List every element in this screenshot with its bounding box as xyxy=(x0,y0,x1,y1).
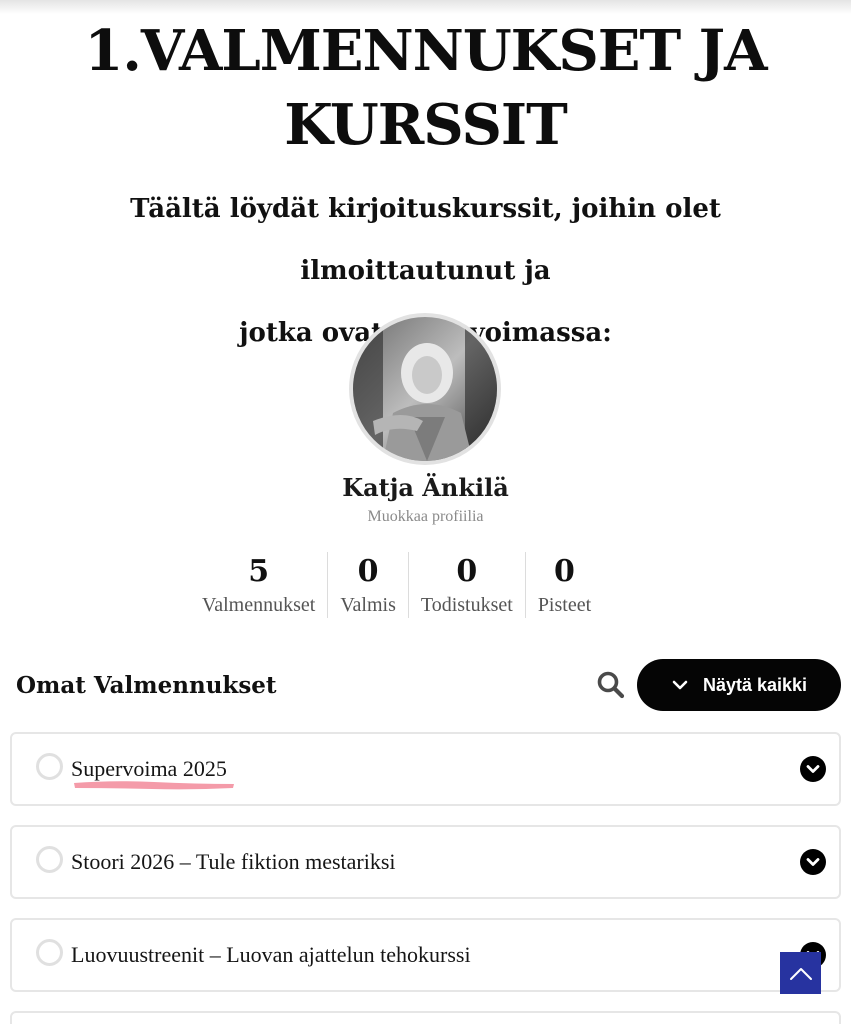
stat-value: 0 xyxy=(456,554,478,589)
edit-profile-link[interactable]: Muokkaa profiilia xyxy=(0,506,851,528)
search-icon xyxy=(597,671,625,699)
expand-chevron-icon[interactable] xyxy=(800,756,826,782)
course-item[interactable]: Luovuustreenit – Luovan ajattelun tehoku… xyxy=(10,918,841,992)
status-circle-icon xyxy=(36,753,63,780)
status-circle-icon xyxy=(36,939,63,966)
scroll-to-top-button[interactable] xyxy=(780,952,821,994)
status-circle-icon xyxy=(36,846,63,873)
stat-label: Pisteet xyxy=(537,594,592,616)
user-name: Katja Änkilä xyxy=(342,473,509,502)
course-item[interactable]: Stoori 2026 – Tule fiktion mestariksi xyxy=(10,825,841,899)
page-title-line-2: KURSSIT xyxy=(284,92,568,158)
stat-certificates: 0 Todistukset xyxy=(407,552,525,618)
show-all-button[interactable]: Näytä kaikki xyxy=(637,659,841,711)
avatar-photo xyxy=(353,317,497,461)
stats-bar: 5 Valmennukset 0 Valmis 0 Todistukset 0 … xyxy=(190,552,603,618)
stat-courses: 5 Valmennukset xyxy=(190,552,327,618)
page-title: 1.VALMENNUKSET JA KURSSIT xyxy=(0,14,851,162)
stat-value: 5 xyxy=(248,554,270,589)
chevron-up-icon xyxy=(789,968,812,980)
stat-value: 0 xyxy=(357,554,379,589)
stat-points: 0 Pisteet xyxy=(524,552,603,618)
show-all-label: Näytä kaikki xyxy=(702,674,808,695)
stat-label: Todistukset xyxy=(420,594,513,616)
section-title: Omat Valmennukset xyxy=(16,672,277,699)
course-item[interactable]: Supervoima 2025 xyxy=(10,732,841,806)
page-title-line-1: 1.VALMENNUKSET JA xyxy=(84,18,767,84)
stat-label: Valmis xyxy=(340,594,396,616)
stat-value: 0 xyxy=(554,554,575,589)
expand-chevron-icon[interactable] xyxy=(800,849,826,875)
avatar[interactable] xyxy=(349,313,501,465)
course-title: Supervoima 2025 xyxy=(71,756,227,781)
course-title: Stoori 2026 – Tule fiktion mestariksi xyxy=(71,849,396,874)
page-subtitle-line-1: Täältä löydät kirjoituskurssit, joihin o… xyxy=(130,194,721,286)
search-button[interactable] xyxy=(594,668,628,702)
stat-completed: 0 Valmis xyxy=(327,552,408,618)
top-shadow xyxy=(0,0,851,14)
course-item[interactable] xyxy=(10,1011,841,1024)
stat-label: Valmennukset xyxy=(202,594,316,616)
chevron-down-icon xyxy=(671,676,689,694)
course-title: Luovuustreenit – Luovan ajattelun tehoku… xyxy=(71,942,471,967)
